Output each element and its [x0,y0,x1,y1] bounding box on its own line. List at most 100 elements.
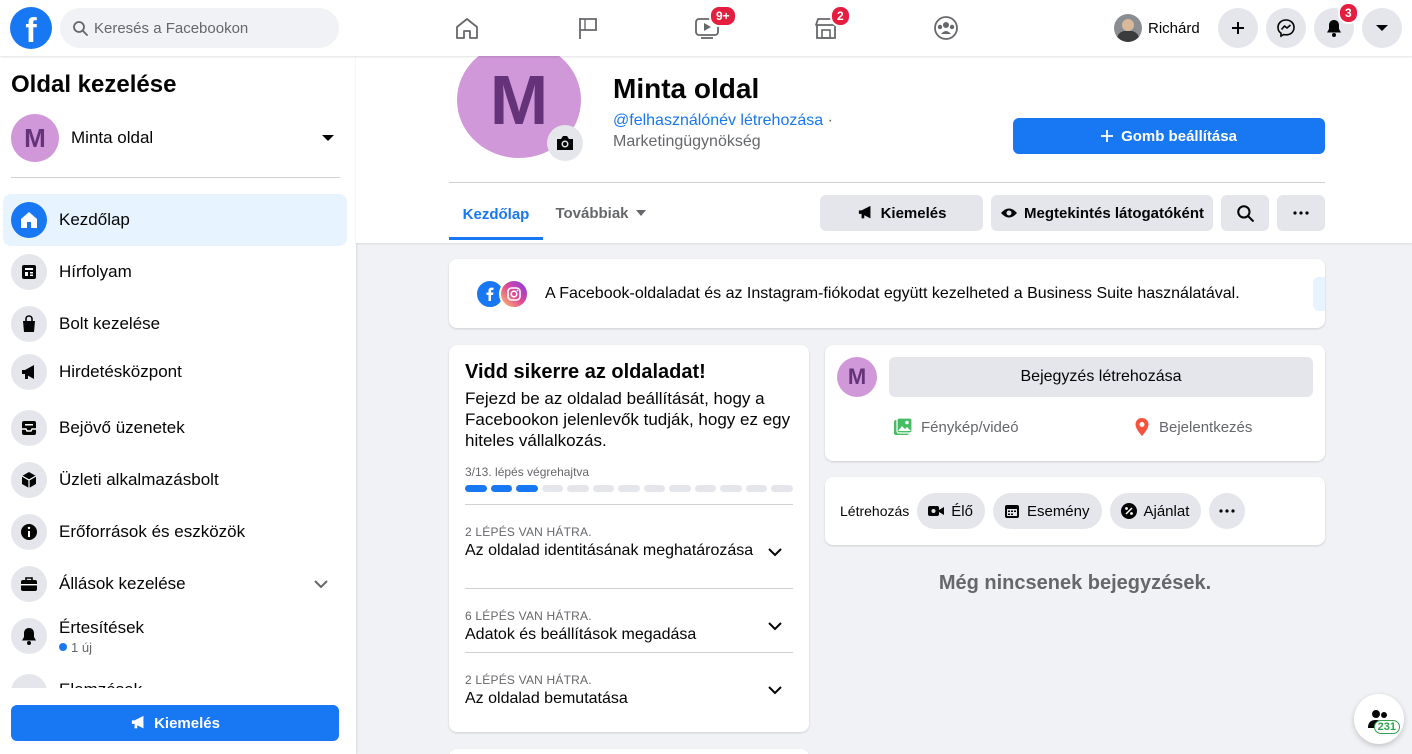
progress-segment [567,485,589,492]
sidebar-item-notifications[interactable]: Értesítések 1 új [3,610,347,662]
tab-home[interactable]: Kezdőlap [449,192,543,240]
setup-step-identity[interactable]: 2 LÉPÉS VAN HÁTRA. Az oldalad identitásá… [465,504,793,568]
offer-button[interactable]: Ajánlat [1109,493,1202,529]
watch-badge: 9+ [709,5,737,27]
chevron-down-icon[interactable] [313,579,329,589]
photo-video-button[interactable]: Fénykép/videó [893,415,1019,439]
progress-segment [592,485,615,492]
account-menu-button[interactable] [1362,8,1402,48]
sidebar-item-newsfeed[interactable]: Hírfolyam [3,246,347,298]
search-box[interactable] [60,8,339,48]
progress-segment [465,485,487,492]
more-dots-icon [1293,211,1309,215]
nav-pages[interactable] [568,8,608,48]
megaphone-icon [11,354,47,390]
separator: · [827,112,833,129]
caret-down-icon [1376,25,1388,31]
plus-icon [1232,22,1244,34]
sidebar-item-jobs[interactable]: Állások kezelése [3,558,347,610]
next-card [449,749,809,754]
eye-icon [1000,208,1017,218]
caret-down-icon [322,135,334,141]
page-switcher[interactable]: M Minta oldal [11,114,341,162]
photo-icon [894,417,913,435]
check-in-button[interactable]: Bejelentkezés [1133,415,1252,439]
view-as-visitor-button[interactable]: Megtekintés látogatóként [991,195,1213,231]
step-remaining: 6 LÉPÉS VAN HÁTRA. [465,609,592,623]
progress-segment [720,485,742,492]
page-avatar: M [11,114,59,162]
more-creation-options-button[interactable] [1209,493,1246,529]
business-suite-text: A Facebook-oldaladat és az Instagram-fió… [545,284,1240,302]
create-post-button[interactable]: Bejegyzés létrehozása [889,357,1313,397]
promote-button[interactable]: Kiemelés [820,195,983,231]
sidebar-item-inbox[interactable]: Bejövő üzenetek [3,402,347,454]
sidebar-item-label: Bolt kezelése [59,314,161,333]
progress-segment [771,485,793,492]
megaphone-icon [858,205,871,219]
progress-segment [643,485,666,492]
step-title: Az oldalad identitásának meghatározása [465,542,754,559]
profile-chip[interactable]: Richárd [1108,10,1206,46]
contacts-chat-button[interactable]: 231 [1354,694,1404,744]
video-camera-icon [928,506,945,516]
sidebar-item-resources[interactable]: Erőforrások és eszközök [3,506,347,558]
setup-step-details[interactable]: 6 LÉPÉS VAN HÁTRA. Adatok és beállítások… [465,588,793,652]
home-icon [11,202,47,238]
setup-progress-bar [465,485,793,492]
messenger-button[interactable] [1266,8,1306,48]
sidebar-item-ad-center[interactable]: Hirdetésközpont [3,346,347,398]
step-title: Adatok és beállítások megadása [465,626,697,643]
chevron-down-icon [768,548,782,557]
plus-icon [1101,130,1114,142]
sidebar-item-home[interactable]: Kezdőlap [3,194,347,246]
chevron-down-icon [768,686,782,695]
search-input[interactable] [94,19,314,37]
create-post-card: M Bejegyzés létrehozása Fénykép/videó Be… [825,345,1325,461]
sidebar-promote-button[interactable]: Kiemelés [11,705,339,741]
newsfeed-icon [11,254,47,290]
sidebar-item-label: Állások kezelése [59,574,186,593]
page-category: Marketingügynökség [613,133,761,150]
nav-marketplace[interactable]: 2 [806,5,851,48]
live-button[interactable]: Élő [917,493,985,529]
business-suite-banner[interactable]: A Facebook-oldaladat és az Instagram-fió… [449,259,1325,328]
flag-icon [579,18,597,39]
inbox-icon [11,410,47,446]
nav-watch[interactable]: 9+ [687,5,737,48]
nav-groups[interactable] [926,8,966,48]
banner-action-edge[interactable] [1313,277,1325,311]
add-button-button[interactable]: Gomb beállítása [1013,118,1325,154]
chevron-down-icon [768,622,782,631]
sidebar-divider [11,177,340,178]
page-title: Minta oldal [613,73,760,104]
create-username-link[interactable]: @felhasználónév létrehozása [613,112,823,129]
info-icon [11,514,47,550]
more-dots-icon [1219,509,1235,513]
shopping-bag-icon [11,306,47,342]
marketplace-badge: 2 [830,5,851,27]
sidebar-item-shop[interactable]: Bolt kezelése [3,298,347,350]
sidebar-item-app-store[interactable]: Üzleti alkalmazásbolt [3,454,347,506]
create-button[interactable] [1218,8,1258,48]
sidebar-item-label: Kezdőlap [59,210,130,229]
setup-step-introduce[interactable]: 2 LÉPÉS VAN HÁTRA. Az oldalad bemutatása [465,652,793,716]
cube-icon [11,462,47,498]
more-options-button[interactable] [1277,195,1325,231]
camera-icon [557,136,573,150]
setup-card-title: Vidd sikerre az oldaladat! [465,361,706,383]
page-search-button[interactable] [1221,195,1269,231]
progress-segment [745,485,768,492]
progress-segment [618,485,640,492]
app-icons [475,278,533,309]
notifications-button[interactable]: 3 [1314,2,1359,48]
update-photo-button[interactable] [547,125,583,161]
facebook-logo[interactable]: f [10,7,52,49]
nav-home[interactable] [447,8,487,48]
page-management-sidebar: Oldal kezelése M Minta oldal Kezdőlap Hí… [0,56,356,754]
new-dot-icon [59,643,67,651]
sidebar-item-insights[interactable]: Elemzések [3,668,347,688]
event-button[interactable]: Esemény [992,493,1102,529]
step-remaining: 2 LÉPÉS VAN HÁTRA. [465,673,592,687]
tab-more[interactable]: Továbbiak [551,189,651,237]
